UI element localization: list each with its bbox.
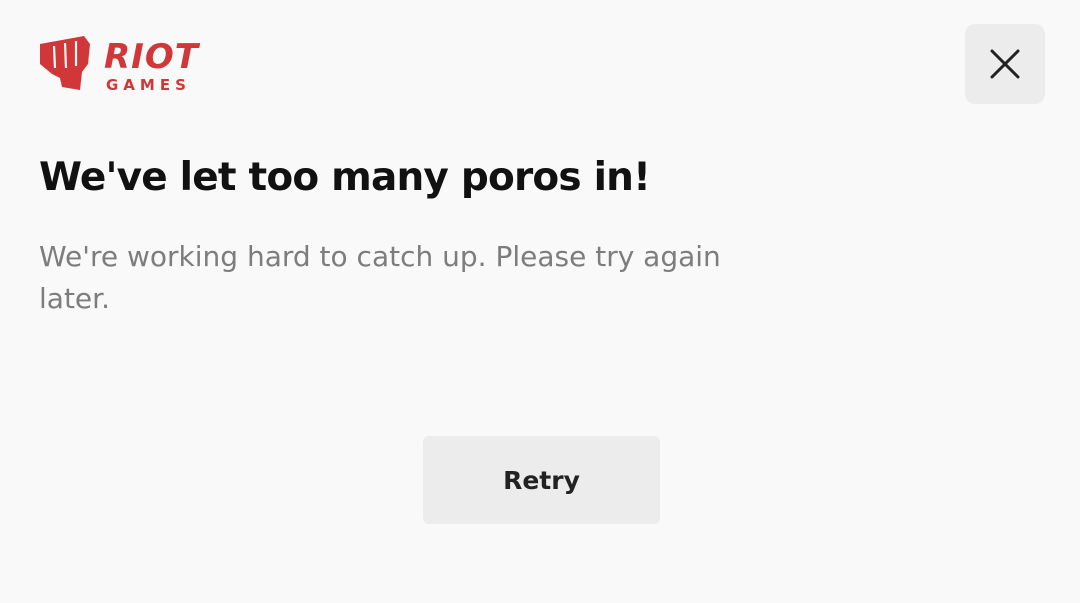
- close-button[interactable]: [965, 24, 1045, 104]
- error-message: We're working hard to catch up. Please t…: [39, 240, 721, 315]
- riot-games-logo: RIOT GAMES: [38, 34, 216, 94]
- error-title: We've let too many poros in!: [39, 155, 651, 200]
- svg-text:RIOT: RIOT: [104, 37, 201, 77]
- close-icon: [990, 49, 1020, 79]
- svg-text:GAMES: GAMES: [106, 76, 191, 94]
- retry-button[interactable]: Retry: [423, 436, 660, 524]
